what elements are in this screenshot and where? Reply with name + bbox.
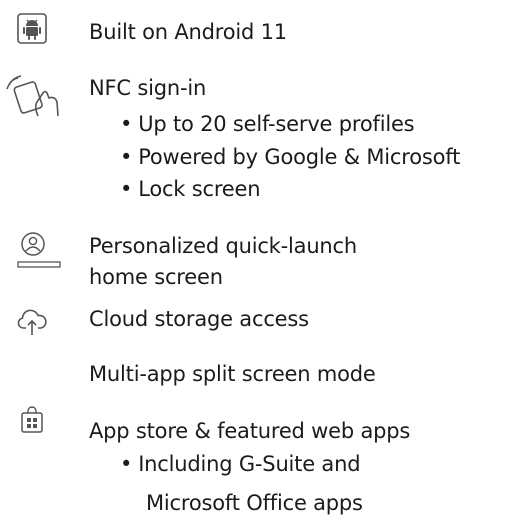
- bullet-dot: •: [120, 112, 133, 136]
- nfc-tap-icon: [6, 72, 60, 118]
- feature-personalized-line1: Personalized quick-launch: [89, 234, 357, 258]
- bullet-text: Up to 20 self-serve profiles: [138, 112, 415, 136]
- feature-nfc-label: NFC sign-in: [89, 76, 207, 100]
- feature-personalized-line2: home screen: [89, 265, 223, 289]
- cloud-upload-icon: [17, 306, 47, 336]
- nfc-bullet-lock: • Lock screen: [120, 176, 261, 203]
- bullet-dot: •: [120, 177, 133, 201]
- app-store-bag-icon: [21, 406, 43, 433]
- feature-appstore-label: App store & featured web apps: [89, 419, 411, 443]
- android-icon: [17, 11, 47, 45]
- nfc-bullet-powered: • Powered by Google & Microsoft: [120, 144, 460, 171]
- feature-android-label: Built on Android 11: [89, 20, 287, 44]
- feature-multiapp-label: Multi-app split screen mode: [89, 362, 376, 386]
- bullet-text: Lock screen: [138, 177, 261, 201]
- appstore-continuation: Microsoft Office apps: [146, 491, 363, 515]
- bullet-text: Powered by Google & Microsoft: [138, 145, 461, 169]
- user-profile-icon: [17, 232, 61, 270]
- appstore-bullet-gsuite: • Including G-Suite and: [120, 451, 361, 478]
- feature-cloud-label: Cloud storage access: [89, 307, 309, 331]
- bullet-dot: •: [120, 452, 133, 476]
- nfc-bullet-profiles: • Up to 20 self-serve profiles: [120, 111, 415, 138]
- bullet-text: Including G-Suite and: [138, 452, 361, 476]
- bullet-dot: •: [120, 145, 133, 169]
